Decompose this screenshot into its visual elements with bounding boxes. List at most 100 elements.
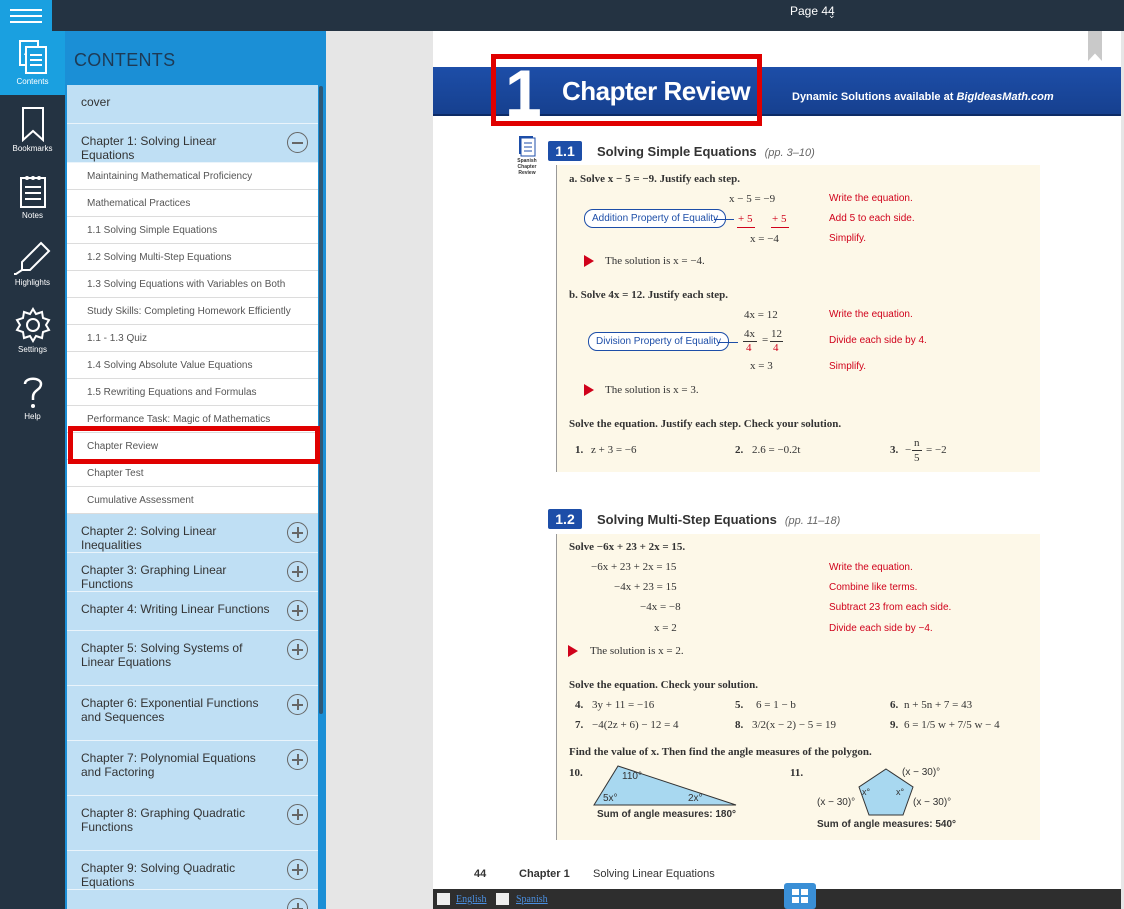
toc-item-1-5-rewriting-equations-and-formulas[interactable]: 1.5 Rewriting Equations and Formulas — [67, 379, 318, 406]
spanish-review-icon[interactable] — [518, 135, 536, 157]
toc-item-mathematical-practices[interactable]: Mathematical Practices — [67, 190, 318, 217]
toc-item-cumulative-assessment[interactable]: Cumulative Assessment — [67, 487, 318, 514]
exercise-9: 6 = 1/5 w + 7/5 w − 4 — [904, 719, 1000, 731]
toc-item-label: Chapter 7: Polynomial Equations and Fact… — [81, 751, 256, 779]
toc-item-chapter-4-writing-linear-functions[interactable]: Chapter 4: Writing Linear Functions — [67, 592, 318, 631]
division-property-callout: Division Property of Equality — [588, 332, 730, 351]
toc-item-label: Chapter 1: Solving Linear Equations — [81, 134, 217, 162]
triangle-sum: Sum of angle measures: 180° — [597, 809, 737, 820]
toc-item-label: Chapter 8: Graphing Quadratic Functions — [81, 806, 246, 834]
toc-item-1-4-solving-absolute-value-equations[interactable]: 1.4 Solving Absolute Value Equations — [67, 352, 318, 379]
expand-icon[interactable] — [287, 898, 308, 909]
rail-contents-label: Contents — [16, 77, 49, 86]
pentagon-angle-x-left: x° — [862, 787, 871, 797]
help-icon — [23, 377, 42, 408]
callout-arrow-b — [718, 342, 738, 343]
speaker-spanish-icon[interactable] — [496, 893, 509, 905]
rail-highlights-label: Highlights — [14, 278, 51, 287]
toc-item-label: 1.1 - 1.3 Quiz — [87, 333, 148, 344]
toc-item-study-skills-completing-homework-efficiently[interactable]: Study Skills: Completing Homework Effici… — [67, 298, 318, 325]
example-a-line3: x = −4 — [750, 233, 779, 245]
triangle-angle-2x: 2x° — [688, 793, 703, 804]
toc-item-chapter-9-solving-quadratic-equations[interactable]: Chapter 9: Solving Quadratic Equations — [67, 851, 318, 890]
page-indicator[interactable]: Page 44 ⌄ — [790, 4, 836, 20]
example-b-comment2: Divide each side by 4. — [829, 335, 927, 346]
rail-bookmarks-label: Bookmarks — [12, 144, 53, 153]
example-b-comment1: Write the equation. — [829, 309, 913, 320]
bookmark-icon — [21, 107, 44, 142]
contents-scrollbar[interactable] — [319, 86, 323, 714]
expand-icon[interactable] — [287, 639, 308, 660]
rail-highlights-button[interactable]: Highlights — [0, 232, 65, 296]
example-b-line1: 4x = 12 — [744, 309, 778, 321]
toc-item-1-1-1-3-quiz[interactable]: 1.1 - 1.3 Quiz — [67, 325, 318, 352]
left-rail: A Contents Bookmarks Notes Highlights Se… — [0, 31, 65, 909]
toc-item-chapter-6-exponential-functions-and-sequences[interactable]: Chapter 6: Exponential Functions and Seq… — [67, 686, 318, 741]
expand-icon[interactable] — [287, 600, 308, 621]
toc-item-chapter-8-graphing-quadratic-functions[interactable]: Chapter 8: Graphing Quadratic Functions — [67, 796, 318, 851]
toc-item-1-1-solving-simple-equations[interactable]: 1.1 Solving Simple Equations — [67, 217, 318, 244]
english-audio-link[interactable]: English — [456, 894, 487, 905]
expand-icon[interactable] — [287, 522, 308, 543]
footer-chapter: Chapter 1 — [519, 868, 570, 880]
toc-item-chapter-2-solving-linear-inequalities[interactable]: Chapter 2: Solving Linear Inequalities — [67, 514, 318, 553]
toc-item-label: Chapter Test — [87, 468, 144, 479]
solution-marker-a — [584, 255, 594, 267]
rail-settings-label: Settings — [18, 345, 47, 354]
toc-item-cover[interactable]: cover — [67, 85, 318, 124]
expand-icon[interactable] — [287, 561, 308, 582]
example-b-equals: = — [762, 334, 769, 346]
rail-contents-button[interactable]: A Contents — [0, 31, 65, 95]
triangle-angle-110: 110° — [622, 771, 642, 782]
example-b-prompt: b. Solve 4x = 12. Justify each step. — [569, 289, 729, 301]
gear-icon — [15, 307, 50, 343]
toc-item-label: cover — [81, 95, 111, 109]
menu-icon[interactable] — [0, 0, 52, 31]
rail-help-label: Help — [24, 412, 41, 421]
toc-item-chapter-7-polynomial-equations-and-factoring[interactable]: Chapter 7: Polynomial Equations and Fact… — [67, 741, 318, 796]
toc-item-1-2-solving-multi-step-equations[interactable]: 1.2 Solving Multi-Step Equations — [67, 244, 318, 271]
toc-item-label: Chapter 9: Solving Quadratic Equations — [81, 861, 236, 889]
rail-notes-button[interactable]: Notes — [0, 165, 65, 229]
rail-settings-button[interactable]: Settings — [0, 299, 65, 363]
toc-item-chapter-5-solving-systems-of-linear-equations[interactable]: Chapter 5: Solving Systems of Linear Equ… — [67, 631, 318, 686]
exercise-6-number: 6. — [890, 699, 899, 711]
toc-item-chapter-3-graphing-linear-functions[interactable]: Chapter 3: Graphing Linear Functions — [67, 553, 318, 592]
expand-icon[interactable] — [287, 749, 308, 770]
expand-icon[interactable] — [287, 804, 308, 825]
chapter-title-highlight — [491, 54, 762, 126]
toc-item-label: Chapter 4: Writing Linear Functions — [81, 602, 270, 616]
expand-icon[interactable] — [287, 694, 308, 715]
example-b-solution: The solution is x = 3. — [605, 384, 699, 396]
toc-item-label: 1.2 Solving Multi-Step Equations — [87, 252, 232, 263]
exercise-6: n + 5n + 7 = 43 — [904, 699, 973, 711]
exercise-8: 3/2(x − 2) − 5 = 19 — [752, 719, 836, 731]
toc-item-1-3-solving-equations-with-variables-on-both-sides[interactable]: 1.3 Solving Equations with Variables on … — [67, 271, 318, 317]
toc-item-label: 1.5 Rewriting Equations and Formulas — [87, 387, 257, 398]
contents-title: CONTENTS — [74, 50, 176, 70]
example-a-line1: x − 5 = −9 — [729, 193, 776, 205]
toc-item-label: Chapter 2: Solving Linear Inequalities — [81, 524, 217, 552]
exercise-3-rest: = −2 — [926, 444, 947, 456]
example-b-num1: 4x — [744, 328, 755, 340]
speaker-english-icon[interactable] — [437, 893, 450, 905]
solution-marker-12 — [568, 645, 578, 657]
exercise-9-number: 9. — [890, 719, 899, 731]
spanish-audio-link[interactable]: Spanish — [516, 894, 548, 905]
rail-bookmarks-button[interactable]: Bookmarks — [0, 98, 65, 162]
expand-icon[interactable] — [287, 859, 308, 880]
exercises-4-9-prompt: Solve the equation. Check your solution. — [569, 679, 758, 691]
toc-item-chapter-test[interactable]: Chapter Test — [67, 460, 318, 487]
example-b-den1: 4 — [746, 342, 752, 354]
thumbnail-grid-button[interactable] — [784, 883, 816, 909]
toc-item-maintaining-mathematical-proficiency[interactable]: Maintaining Mathematical Proficiency — [67, 163, 318, 190]
toc-item-item[interactable] — [67, 890, 318, 909]
rail-help-button[interactable]: Help — [0, 366, 65, 430]
toc-item-label: 1.4 Solving Absolute Value Equations — [87, 360, 253, 371]
example-a-comment2: Add 5 to each side. — [829, 213, 915, 224]
collapse-icon[interactable] — [287, 132, 308, 153]
section-1-2-number: 1.2 — [548, 509, 582, 529]
dynamic-solutions-note: Dynamic Solutions available at BigIdeasM… — [792, 91, 1054, 103]
exercise-7-number: 7. — [575, 719, 584, 731]
toc-item-chapter-1-solving-linear-equations[interactable]: Chapter 1: Solving Linear Equations — [67, 124, 318, 163]
